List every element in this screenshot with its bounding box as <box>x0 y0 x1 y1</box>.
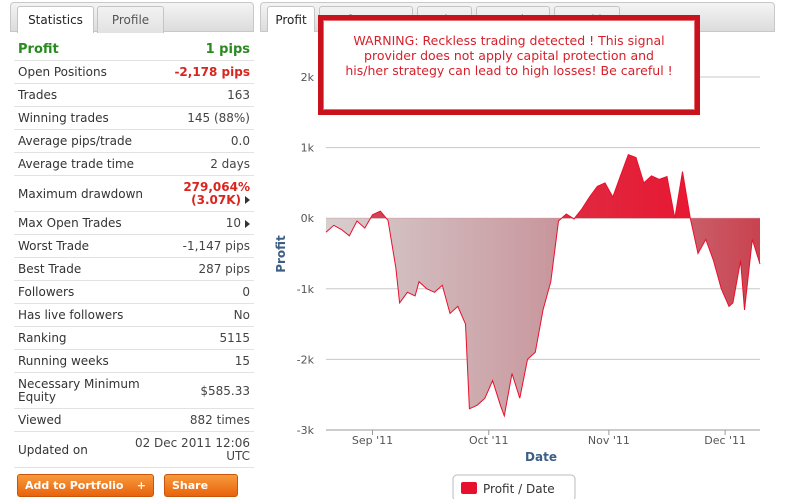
stat-label: Trades <box>18 88 58 102</box>
stat-label: Followers <box>18 285 75 299</box>
x-tick-label: Oct '11 <box>469 434 509 447</box>
stat-label: Has live followers <box>18 308 124 322</box>
statistics-list: Profit 1 pips Open Positions -2,178 pips… <box>14 38 254 468</box>
stat-value: No <box>233 308 250 322</box>
profit-area-series <box>325 154 761 418</box>
stat-label: Profit <box>18 41 59 57</box>
stat-label: Running weeks <box>18 354 109 368</box>
stat-row-live-followers: Has live followers No <box>14 304 254 327</box>
y-tick-label: -1k <box>297 283 315 296</box>
stat-row-trades: Trades 163 <box>14 84 254 107</box>
x-tick-label: Dec '11 <box>704 434 746 447</box>
y-tick-label: 0k <box>301 212 315 225</box>
drawdown-amount: (3.07K) <box>191 192 241 207</box>
x-tick-label: Nov '11 <box>588 434 630 447</box>
stat-label: Max Open Trades <box>18 216 122 230</box>
stat-value: 2 days <box>210 157 250 171</box>
updated-timezone: UTC <box>226 448 250 463</box>
stat-row-best-trade: Best Trade 287 pips <box>14 258 254 281</box>
chart-legend[interactable]: Profit / Date <box>452 474 576 499</box>
stat-value: 145 (88%) <box>187 111 250 125</box>
stat-label: Viewed <box>18 413 62 427</box>
x-axis-title: Date <box>525 450 557 464</box>
stat-value: 882 times <box>189 413 250 427</box>
stat-value: 163 <box>227 88 250 102</box>
add-to-portfolio-label: Add to Portfolio <box>25 479 124 492</box>
stat-row-viewed: Viewed 882 times <box>14 409 254 432</box>
stat-label: Winning trades <box>18 111 109 125</box>
stat-label: Best Trade <box>18 262 82 276</box>
stat-row-max-drawdown[interactable]: Maximum drawdown 279,064% (3.07K) <box>14 176 254 212</box>
max-open-trades-value: 10 <box>225 216 241 230</box>
stat-value: -2,178 pips <box>174 65 250 79</box>
stat-row-open-positions: Open Positions -2,178 pips <box>14 61 254 84</box>
stat-value: 10 <box>226 216 254 230</box>
warning-text: WARNING: Reckless trading detected ! Thi… <box>345 33 673 78</box>
tab-profile[interactable]: Profile <box>97 6 164 33</box>
y-axis: -3k -2k -1k 0k 1k 2k <box>297 71 315 437</box>
stat-label: Open Positions <box>18 65 107 79</box>
stat-value: 287 pips <box>198 262 250 276</box>
expand-arrow-icon[interactable] <box>245 219 250 228</box>
stat-value: 279,064% (3.07K) <box>183 180 254 207</box>
x-axis: Sep '11 Oct '11 Nov '11 Dec '11 <box>326 429 760 447</box>
tab-profit[interactable]: Profit <box>267 6 315 33</box>
stat-row-profit: Profit 1 pips <box>14 38 254 61</box>
stat-row-updated: Updated on 02 Dec 2011 12:06 UTC <box>14 432 254 468</box>
stat-label: Updated on <box>18 442 88 457</box>
stat-value: 02 Dec 2011 12:06 UTC <box>135 436 254 463</box>
min-equity-label-line2: Equity <box>18 389 56 404</box>
reckless-trading-warning: WARNING: Reckless trading detected ! Thi… <box>318 15 700 115</box>
left-tab-bar: Statistics Profile <box>10 2 254 33</box>
share-label: Share <box>172 479 209 492</box>
stat-label: Necessary Minimum Equity <box>18 377 140 404</box>
expand-arrow-icon[interactable] <box>245 196 250 204</box>
stat-row-average-pips: Average pips/trade 0.0 <box>14 130 254 153</box>
y-tick-label: 1k <box>301 142 315 155</box>
stat-value: 5115 <box>219 331 250 345</box>
stat-value: $585.33 <box>200 383 250 398</box>
y-axis-title: Profit <box>274 235 288 273</box>
tab-statistics[interactable]: Statistics <box>17 6 94 33</box>
stat-row-followers: Followers 0 <box>14 281 254 304</box>
negative-area <box>326 218 760 416</box>
stat-value: -1,147 pips <box>182 239 250 253</box>
stat-value: 1 pips <box>205 41 250 57</box>
x-tick-label: Sep '11 <box>352 434 393 447</box>
y-tick-label: -3k <box>297 424 315 437</box>
plus-icon: + <box>136 479 146 492</box>
stat-value: 0 <box>242 285 250 299</box>
legend-swatch <box>461 482 477 494</box>
stat-row-ranking: Ranking 5115 <box>14 327 254 350</box>
y-tick-label: -2k <box>297 353 315 366</box>
stat-value: 15 <box>234 354 250 368</box>
stat-row-max-open-trades[interactable]: Max Open Trades 10 <box>14 212 254 235</box>
stat-label: Average trade time <box>18 157 135 171</box>
stat-row-winning-trades: Winning trades 145 (88%) <box>14 107 254 130</box>
stat-row-running-weeks: Running weeks 15 <box>14 350 254 373</box>
stat-row-min-equity: Necessary Minimum Equity $585.33 <box>14 373 254 409</box>
stat-label: Average pips/trade <box>18 134 132 148</box>
stat-label: Maximum drawdown <box>18 186 144 201</box>
stat-row-average-time: Average trade time 2 days <box>14 153 254 176</box>
stat-label: Worst Trade <box>18 239 90 253</box>
stat-row-worst-trade: Worst Trade -1,147 pips <box>14 235 254 258</box>
add-to-portfolio-button[interactable]: Add to Portfolio + <box>17 474 154 497</box>
share-button[interactable]: Share <box>164 474 238 497</box>
signal-page: { "left_tabs": ["Statistics", "Profile"]… <box>0 0 801 499</box>
y-tick-label: 2k <box>301 71 315 84</box>
stat-value: 0.0 <box>230 134 250 148</box>
stat-label: Ranking <box>18 331 67 345</box>
legend-label: Profit / Date <box>483 482 555 496</box>
